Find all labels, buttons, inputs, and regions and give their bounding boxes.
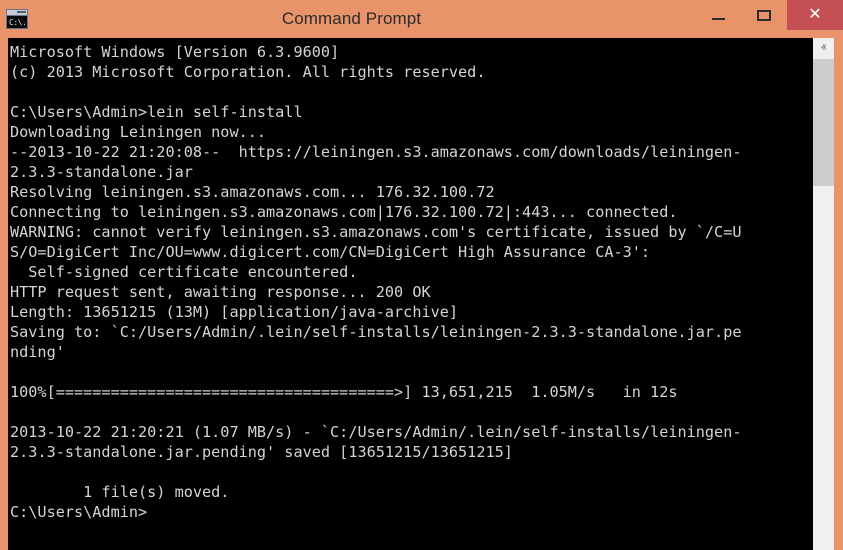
console-line: 2013-10-22 21:20:21 (1.07 MB/s) - `C:/Us… bbox=[10, 423, 742, 441]
console-line: --2013-10-22 21:20:08-- https://leininge… bbox=[10, 143, 742, 161]
minimize-button[interactable] bbox=[695, 0, 741, 30]
vertical-scrollbar[interactable]: ⱏ bbox=[813, 38, 834, 550]
console-area: Microsoft Windows [Version 6.3.9600] (c) … bbox=[8, 38, 834, 550]
console-line: 2.3.3-standalone.jar.pending' saved [136… bbox=[10, 443, 513, 461]
minimize-icon bbox=[711, 17, 725, 20]
maximize-button[interactable] bbox=[741, 0, 787, 30]
console-line: Connecting to leiningen.s3.amazonaws.com… bbox=[10, 203, 678, 221]
console-line: 100%[===================================… bbox=[10, 383, 678, 401]
console-line: Downloading Leiningen now... bbox=[10, 123, 267, 141]
icon-prompt-text: C:\. bbox=[7, 16, 27, 28]
command-prompt-window: C:\. Command Prompt ✕ Microsoft Windows … bbox=[0, 0, 843, 550]
console-line: Microsoft Windows [Version 6.3.9600] bbox=[10, 43, 340, 61]
scrollbar-thumb[interactable] bbox=[813, 59, 834, 186]
console-output[interactable]: Microsoft Windows [Version 6.3.9600] (c) … bbox=[8, 38, 813, 550]
console-line: Resolving leiningen.s3.amazonaws.com... … bbox=[10, 183, 495, 201]
console-line: C:\Users\Admin> bbox=[10, 503, 148, 521]
icon-titlebar-stripe bbox=[7, 10, 27, 16]
console-line: 2.3.3-standalone.jar bbox=[10, 163, 193, 181]
close-button[interactable]: ✕ bbox=[787, 0, 843, 30]
scroll-up-arrow-icon[interactable]: ⱏ bbox=[813, 38, 834, 59]
console-line: WARNING: cannot verify leiningen.s3.amaz… bbox=[10, 223, 742, 241]
console-line: HTTP request sent, awaiting response... … bbox=[10, 283, 431, 301]
window-controls: ✕ bbox=[695, 0, 843, 30]
console-line: Saving to: `C:/Users/Admin/.lein/self-in… bbox=[10, 323, 742, 341]
console-line: C:\Users\Admin>lein self-install bbox=[10, 103, 303, 121]
console-line: Self-signed certificate encountered. bbox=[10, 263, 358, 281]
maximize-icon bbox=[757, 9, 771, 21]
title-bar[interactable]: C:\. Command Prompt ✕ bbox=[0, 0, 843, 38]
console-line: Length: 13651215 (13M) [application/java… bbox=[10, 303, 459, 321]
console-line: nding' bbox=[10, 343, 65, 361]
console-line: (c) 2013 Microsoft Corporation. All righ… bbox=[10, 63, 486, 81]
command-prompt-icon[interactable]: C:\. bbox=[6, 9, 28, 29]
console-line: S/O=DigiCert Inc/OU=www.digicert.com/CN=… bbox=[10, 243, 651, 261]
console-line: 1 file(s) moved. bbox=[10, 483, 230, 501]
